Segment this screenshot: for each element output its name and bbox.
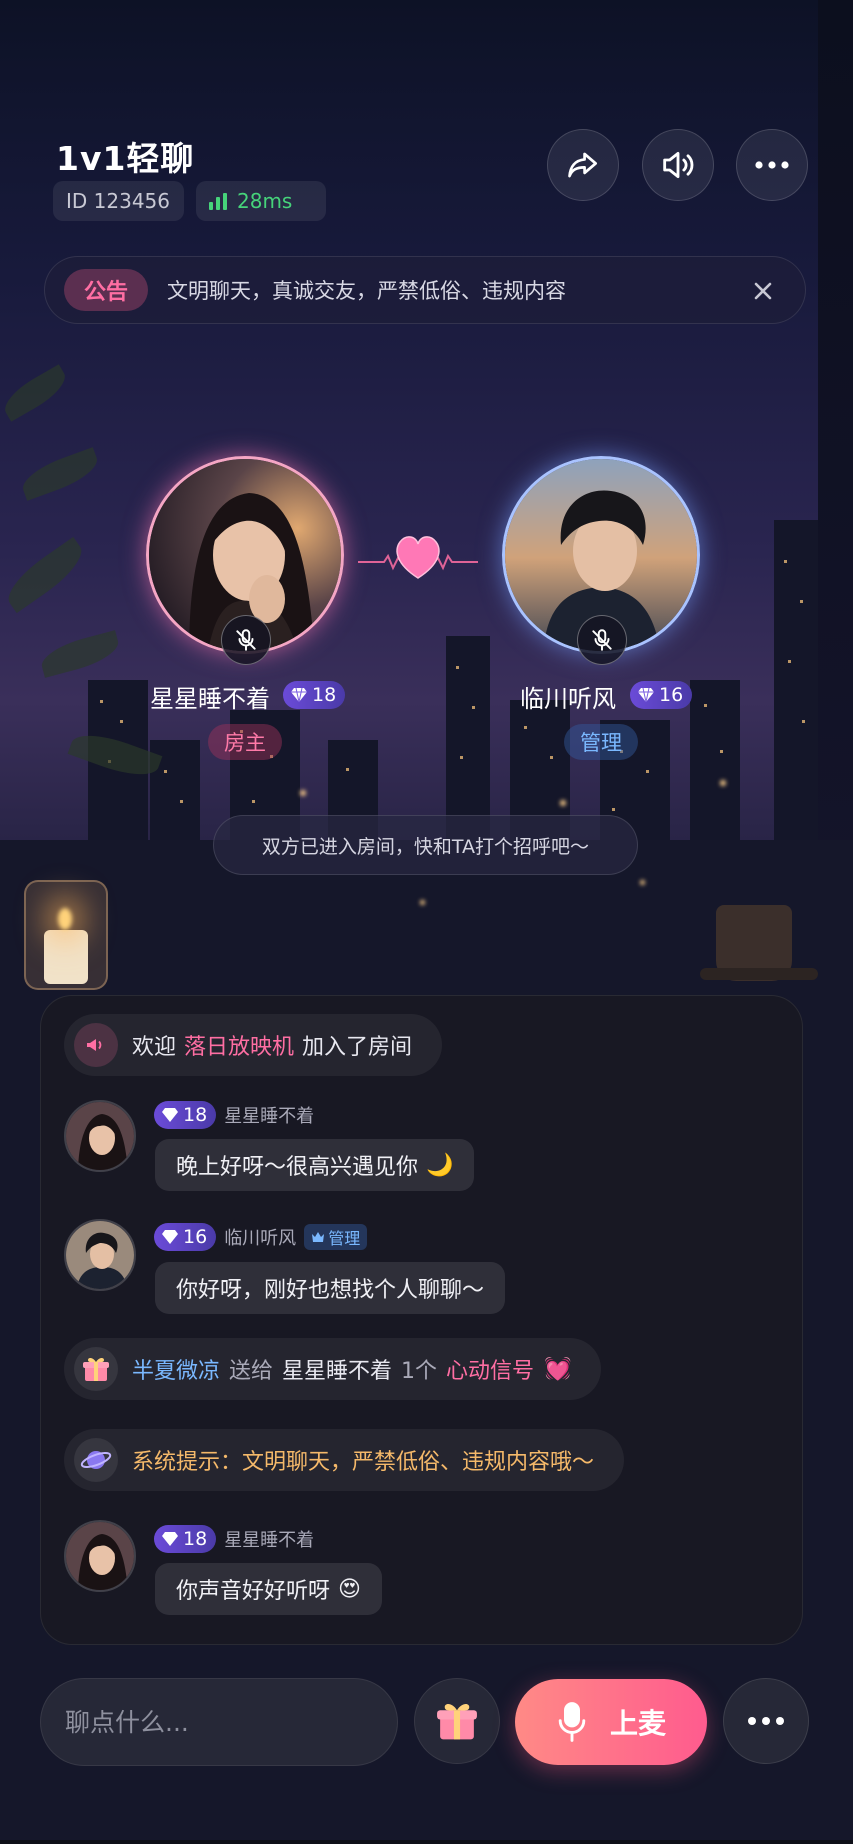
room-id-chip: ID 123456 bbox=[53, 181, 184, 221]
host-mute-badge bbox=[221, 615, 271, 665]
admin-mute-badge bbox=[577, 615, 627, 665]
gift-button[interactable] bbox=[414, 1678, 500, 1764]
megaphone-icon bbox=[74, 1023, 118, 1067]
diamond-icon bbox=[162, 1108, 178, 1122]
host-level-badge: 18 bbox=[283, 681, 346, 709]
heart-connection-icon bbox=[356, 524, 480, 588]
message-meta: 18 星星睡不着 bbox=[154, 1101, 314, 1129]
ping-value: 28ms bbox=[237, 189, 293, 213]
message-meta: 18 星星睡不着 bbox=[154, 1525, 314, 1553]
more-icon bbox=[755, 161, 789, 169]
diamond-icon bbox=[162, 1230, 178, 1244]
diamond-icon bbox=[162, 1532, 178, 1546]
share-button[interactable] bbox=[547, 129, 619, 201]
message-avatar[interactable] bbox=[64, 1219, 136, 1291]
message-sender[interactable]: 星星睡不着 bbox=[224, 1526, 314, 1552]
mic-off-icon bbox=[236, 629, 256, 651]
room-hint: 双方已进入房间，快和TA打个招呼吧～ bbox=[213, 815, 638, 875]
room-title: 1v1轻聊 bbox=[56, 139, 195, 178]
admin-badge: 管理 bbox=[304, 1224, 368, 1250]
gift-message: 半夏微凉 送给 星星睡不着 1个 心动信号 💓 bbox=[64, 1338, 602, 1400]
share-icon bbox=[568, 152, 598, 178]
welcome-message: 欢迎 落日放映机 加入了房间 bbox=[64, 1014, 443, 1076]
planet-icon bbox=[74, 1438, 118, 1482]
announcement-bar: 公告 文明聊天，真诚交友，严禁低俗、违规内容 bbox=[44, 256, 806, 324]
gift-sender[interactable]: 半夏微凉 bbox=[132, 1353, 220, 1385]
announcement-text: 文明聊天，真诚交友，严禁低俗、违规内容 bbox=[167, 279, 566, 303]
chat-input-container bbox=[40, 1678, 398, 1766]
system-message: 系统提示：文明聊天，严禁低俗、违规内容哦～ bbox=[64, 1429, 625, 1491]
message-avatar[interactable] bbox=[64, 1100, 136, 1172]
admin-role-badge: 管理 bbox=[564, 724, 638, 760]
crown-icon bbox=[312, 1232, 325, 1242]
level-badge: 16 bbox=[154, 1223, 217, 1251]
message-sender[interactable]: 星星睡不着 bbox=[224, 1102, 314, 1128]
announcement-tag: 公告 bbox=[64, 269, 148, 311]
message-bubble: 你声音好好听呀 😍 bbox=[155, 1563, 382, 1615]
speaker-icon bbox=[663, 151, 694, 179]
more-options-button[interactable] bbox=[736, 129, 808, 201]
admin-level-badge: 16 bbox=[630, 681, 693, 709]
gift-icon bbox=[437, 1704, 477, 1740]
mic-off-icon bbox=[592, 629, 612, 651]
level-badge: 18 bbox=[154, 1525, 217, 1553]
message-sender[interactable]: 临川听风 bbox=[224, 1224, 296, 1250]
host-role-badge: 房主 bbox=[208, 724, 282, 760]
close-icon[interactable] bbox=[749, 277, 777, 305]
message-meta: 16 临川听风 管理 bbox=[154, 1223, 368, 1251]
gift-icon bbox=[74, 1347, 118, 1391]
join-mic-button[interactable]: 上麦 bbox=[515, 1679, 707, 1765]
host-name: 星星睡不着 bbox=[150, 685, 270, 713]
ping-chip: 28ms bbox=[196, 181, 326, 221]
message-avatar[interactable] bbox=[64, 1520, 136, 1592]
more-actions-button[interactable] bbox=[723, 1678, 809, 1764]
microphone-icon bbox=[558, 1702, 586, 1742]
diamond-icon bbox=[291, 687, 307, 703]
message-bubble: 你好呀，刚好也想找个人聊聊～ bbox=[155, 1262, 506, 1314]
welcome-user-link[interactable]: 落日放映机 bbox=[184, 1029, 294, 1061]
sound-button[interactable] bbox=[642, 129, 714, 201]
more-icon bbox=[748, 1717, 784, 1725]
chat-input[interactable] bbox=[65, 1707, 382, 1737]
admin-name: 临川听风 bbox=[520, 685, 616, 713]
level-badge: 18 bbox=[154, 1101, 217, 1129]
signal-icon bbox=[209, 192, 227, 210]
message-bubble: 晚上好呀～很高兴遇见你 🌙 bbox=[155, 1139, 475, 1191]
diamond-icon bbox=[638, 687, 654, 703]
